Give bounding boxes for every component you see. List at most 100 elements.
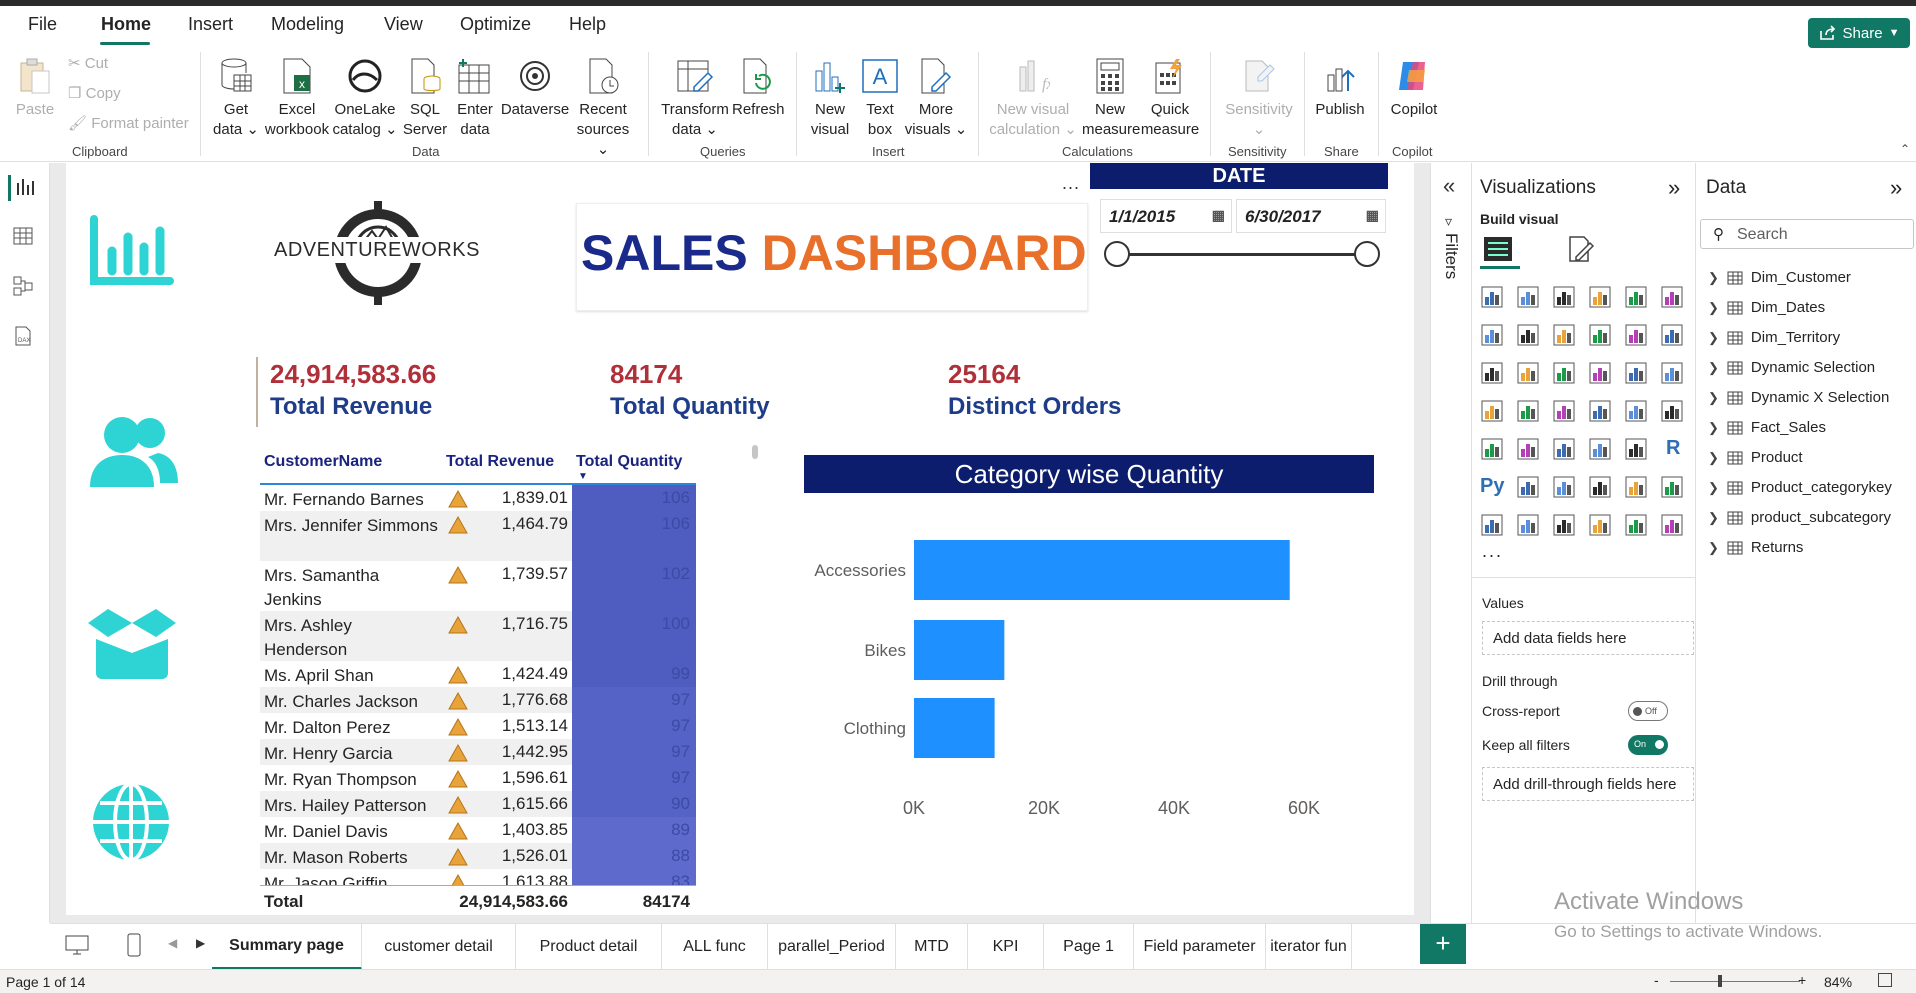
stacked-bar-icon[interactable] xyxy=(1480,285,1506,311)
treemap-icon[interactable] xyxy=(1480,399,1506,425)
date-range-start-handle[interactable] xyxy=(1104,241,1130,267)
table-row[interactable]: Mr. Jason Griffin 1,613.88 83 xyxy=(260,869,696,885)
area-icon[interactable] xyxy=(1516,323,1542,349)
zoom-slider-track[interactable] xyxy=(1670,981,1800,982)
table-row[interactable]: Mr. Fernando Barnes 1,839.01 106 xyxy=(260,485,696,511)
transform-data-button[interactable]: Transform data ⌄ xyxy=(658,56,732,140)
scatter-icon[interactable] xyxy=(1588,361,1614,387)
format-painter-button[interactable]: 🖌 Format painter xyxy=(68,114,189,132)
enter-data-button[interactable]: Enter data xyxy=(452,56,498,140)
table-row[interactable]: Mr. Charles Jackson 1,776.68 97 xyxy=(260,687,696,713)
waterfall-icon[interactable] xyxy=(1660,323,1686,349)
zoom-slider-thumb[interactable] xyxy=(1718,975,1722,987)
more-visuals-icon[interactable]: ... xyxy=(1482,541,1503,562)
table-row[interactable]: Mr. Dalton Perez 1,513.14 97 xyxy=(260,713,696,739)
menu-view[interactable]: View xyxy=(384,14,423,35)
filters-pane[interactable]: « ▿ Filters xyxy=(1430,163,1472,923)
get-data-button[interactable]: Get data ⌄ xyxy=(210,56,262,140)
azure-map-icon[interactable] xyxy=(1588,399,1614,425)
custom-a-icon[interactable] xyxy=(1588,513,1614,539)
menu-file[interactable]: File xyxy=(28,14,57,35)
collapse-left-icon[interactable]: « xyxy=(1443,173,1455,199)
table-row[interactable]: Mr. Henry Garcia 1,442.95 97 xyxy=(260,739,696,765)
clustered-bar-icon[interactable] xyxy=(1552,285,1578,311)
ribbon-icon[interactable] xyxy=(1624,323,1650,349)
new-visual-button[interactable]: New visual xyxy=(806,56,854,140)
bar-bikes[interactable] xyxy=(914,620,1005,680)
paste-button[interactable]: Paste xyxy=(12,56,58,120)
filled-map-icon[interactable] xyxy=(1552,399,1578,425)
chevron-right-icon[interactable]: ❯ xyxy=(1708,390,1719,406)
table-row[interactable]: Ms. April Shan 1,424.49 99 xyxy=(260,661,696,687)
table-row[interactable]: Mrs. Ashley Henderson 1,716.75 100 xyxy=(260,611,696,661)
expand-right-icon[interactable]: » xyxy=(1668,175,1680,201)
page-tab[interactable]: Summary page xyxy=(212,924,362,970)
data-search-input[interactable]: ⚲ Search xyxy=(1700,219,1914,249)
new-visual-calculation-button[interactable]: fx New visual calculation ⌄ xyxy=(984,56,1082,140)
chevron-right-icon[interactable]: ❯ xyxy=(1708,540,1719,556)
matrix-icon[interactable] xyxy=(1624,437,1650,463)
menu-optimize[interactable]: Optimize xyxy=(460,14,531,35)
dataverse-button[interactable]: Dataverse xyxy=(500,56,570,120)
drill-through-drop-zone[interactable]: Add drill-through fields here xyxy=(1482,767,1694,801)
kpi-icon[interactable] xyxy=(1516,437,1542,463)
dax-query-view-icon[interactable]: DAX xyxy=(12,325,38,351)
clustered-column-icon[interactable] xyxy=(1588,285,1614,311)
zoom-level[interactable]: 84% xyxy=(1824,974,1852,990)
excel-workbook-button[interactable]: x Excel workbook xyxy=(262,56,332,140)
paginated-icon[interactable] xyxy=(1480,513,1506,539)
scroll-tabs-left-icon[interactable]: ◀ xyxy=(168,936,177,950)
data-table-item[interactable]: ❯ Dynamic X Selection xyxy=(1708,389,1889,406)
100-stacked-bar-icon[interactable] xyxy=(1624,285,1650,311)
key-influencers-icon[interactable] xyxy=(1516,475,1542,501)
page-tab[interactable]: iterator fun xyxy=(1266,924,1352,970)
chevron-right-icon[interactable]: ❯ xyxy=(1708,360,1719,376)
menu-home[interactable]: Home xyxy=(101,14,151,35)
data-table-item[interactable]: ❯ Product_categorykey xyxy=(1708,479,1892,496)
scroll-tabs-right-icon[interactable]: ▶ xyxy=(196,936,205,950)
collapse-ribbon-icon[interactable]: ⌃ xyxy=(1900,142,1910,156)
report-view-icon[interactable] xyxy=(8,175,34,201)
page-tab[interactable]: Field parameter xyxy=(1134,924,1266,970)
card-icon[interactable] xyxy=(1660,399,1686,425)
data-table-item[interactable]: ❯ Dim_Customer xyxy=(1708,269,1851,286)
zoom-out-button[interactable]: - xyxy=(1654,972,1659,988)
values-drop-zone[interactable]: Add data fields here xyxy=(1482,621,1694,655)
goals-icon[interactable] xyxy=(1660,475,1686,501)
menu-help[interactable]: Help xyxy=(569,14,606,35)
data-table-item[interactable]: ❯ Dynamic Selection xyxy=(1708,359,1875,376)
map-icon[interactable] xyxy=(1516,399,1542,425)
donut-icon[interactable] xyxy=(1660,361,1686,387)
more-visuals-button[interactable]: More visuals ⌄ xyxy=(904,56,968,140)
cut-button[interactable]: ✂ Cut xyxy=(68,54,108,72)
new-measure-button[interactable]: New measure xyxy=(1082,56,1140,140)
date-range-end-handle[interactable] xyxy=(1354,241,1380,267)
chevron-right-icon[interactable]: ❯ xyxy=(1708,330,1719,346)
python-visual-icon[interactable]: Py xyxy=(1480,475,1506,501)
table-row[interactable]: Mrs. Jennifer Simmons 1,464.79 106 xyxy=(260,511,696,561)
chevron-right-icon[interactable]: ❯ xyxy=(1708,480,1719,496)
keep-all-filters-toggle[interactable]: On xyxy=(1628,735,1668,755)
chevron-right-icon[interactable]: ❯ xyxy=(1708,270,1719,286)
zoom-in-button[interactable]: + xyxy=(1798,972,1806,988)
r-visual-icon[interactable]: R xyxy=(1660,437,1686,463)
stacked-column-icon[interactable] xyxy=(1516,285,1542,311)
build-visual-tab[interactable] xyxy=(1480,233,1520,269)
pie-icon[interactable] xyxy=(1624,361,1650,387)
data-table-item[interactable]: ❯ Dim_Dates xyxy=(1708,299,1825,316)
copilot-button[interactable]: Copilot xyxy=(1384,56,1444,120)
page-tab[interactable]: Product detail xyxy=(516,924,662,970)
funnel-icon[interactable] xyxy=(1552,361,1578,387)
table-row[interactable]: Mrs. Hailey Patterson 1,615.66 90 xyxy=(260,791,696,817)
table-icon[interactable] xyxy=(1588,437,1614,463)
line-stacked-column-icon[interactable] xyxy=(1516,361,1542,387)
slicer-icon[interactable] xyxy=(1552,437,1578,463)
recent-sources-button[interactable]: Recent sources ⌄ xyxy=(572,56,634,160)
table-row[interactable]: Mrs. Samantha Jenkins 1,739.57 102 xyxy=(260,561,696,611)
menu-modeling[interactable]: Modeling xyxy=(271,14,344,35)
line-area-combo-icon[interactable] xyxy=(1588,323,1614,349)
fit-to-page-icon[interactable] xyxy=(1878,973,1892,987)
mobile-layout-icon[interactable] xyxy=(126,932,142,961)
page-tab[interactable]: ALL func xyxy=(662,924,768,970)
data-table-item[interactable]: ❯ Dim_Territory xyxy=(1708,329,1840,346)
